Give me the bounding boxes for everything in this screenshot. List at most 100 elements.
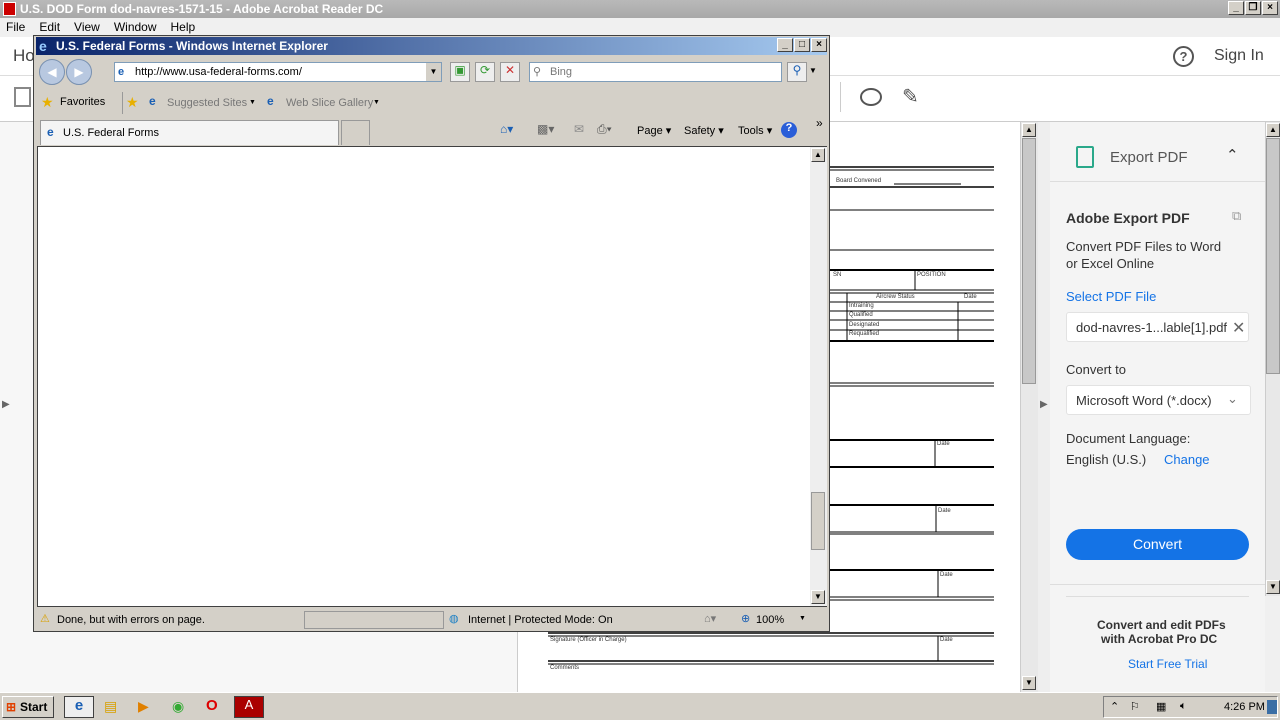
ie-content-area: ▲ ▼ (37, 146, 827, 607)
start-label: Start (20, 700, 48, 714)
search-button[interactable]: ⚲ (787, 62, 807, 82)
stop-icon[interactable]: ✕ (500, 62, 520, 82)
scroll-thumb[interactable] (1266, 138, 1280, 374)
search-input[interactable]: ⚲ Bing (529, 62, 782, 82)
scroll-thumb[interactable] (811, 492, 825, 550)
page-menu[interactable]: Page ▾ (637, 124, 671, 137)
restore-button[interactable]: ❐ (1245, 1, 1261, 15)
export-pdf-icon (1076, 146, 1094, 168)
sign-in-link[interactable]: Sign In (1214, 47, 1264, 65)
home-icon[interactable]: ⌂▾ (500, 122, 513, 136)
safety-menu-label: Safety (684, 125, 716, 137)
scroll-up-button[interactable]: ▲ (811, 148, 825, 162)
close-icon[interactable]: ✕ (1232, 318, 1245, 338)
clock[interactable]: 4:26 PM (1224, 701, 1265, 713)
more-commands-icon[interactable]: » (816, 116, 823, 130)
status-requalified: Requalified (849, 331, 880, 337)
scroll-up-button[interactable]: ▲ (1266, 123, 1280, 137)
refresh-icon[interactable]: ⟳ (475, 62, 495, 82)
date-label: Date (964, 294, 977, 300)
back-button[interactable]: ◀ (39, 59, 65, 85)
maximize-button[interactable]: □ (794, 38, 810, 52)
chevron-up-icon[interactable]: ⌃ (1226, 146, 1239, 164)
divider (1050, 181, 1265, 182)
read-mail-icon[interactable]: ✉ (574, 122, 584, 136)
collapse-right-pane-icon[interactable]: ▶ (1040, 399, 1048, 410)
status-panes (304, 611, 444, 629)
dropdown-icon[interactable]: ▼ (373, 99, 380, 106)
web-slice-gallery-link[interactable]: Web Slice Gallery (286, 97, 373, 109)
pen-icon[interactable]: ✎ (902, 84, 919, 109)
address-dropdown-button[interactable]: ▼ (426, 63, 441, 81)
signature-label: Signature (Officer in Charge) (550, 637, 627, 643)
close-button[interactable]: × (811, 38, 827, 52)
panel-scrollbar[interactable]: ▲ ▼ (1265, 122, 1280, 596)
menu-file[interactable]: File (6, 18, 25, 37)
zoom-dropdown[interactable]: ▼ (799, 615, 806, 622)
volume-icon[interactable]: 🔈︎ (1180, 700, 1187, 713)
scroll-thumb[interactable] (1022, 138, 1036, 384)
compatibility-view-icon[interactable]: ▣ (450, 62, 470, 82)
action-center-icon[interactable]: ⚐ (1130, 700, 1140, 713)
aircrew-status-label: Aircrew Status (876, 294, 915, 300)
taskbar-media-player-icon[interactable]: ▶ (138, 698, 149, 715)
address-value: http://www.usa-federal-forms.com/ (135, 66, 302, 78)
print-icon[interactable]: ⎙▾ (597, 122, 612, 137)
start-button[interactable]: ⊞ Start (2, 696, 54, 718)
document-scrollbar[interactable]: ▲ ▼ (1020, 122, 1038, 692)
expand-left-pane-icon[interactable]: ▶ (2, 399, 10, 410)
address-bar[interactable]: e http://www.usa-federal-forms.com/ ▼ (114, 62, 442, 82)
add-favorites-icon[interactable]: ★ (126, 94, 139, 111)
minimize-button[interactable]: _ (777, 38, 793, 52)
minimize-button[interactable]: _ (1228, 1, 1244, 15)
dropdown-icon[interactable]: ▼ (249, 99, 256, 106)
ie-window-title: U.S. Federal Forms - Windows Internet Ex… (56, 39, 328, 53)
ie-title-bar: e U.S. Federal Forms - Windows Internet … (36, 37, 827, 55)
taskbar-opera-icon[interactable]: O (206, 697, 218, 714)
ie-icon: e (47, 125, 54, 139)
file-name: dod-navres-1...lable[1].pdf (1076, 320, 1228, 335)
tab-us-federal-forms[interactable]: e U.S. Federal Forms (40, 120, 339, 145)
favorites-button[interactable]: Favorites (60, 96, 105, 108)
safety-menu[interactable]: Safety ▾ (684, 124, 724, 137)
search-icon: ⚲ (533, 66, 542, 78)
save-icon[interactable] (14, 87, 31, 107)
warning-icon[interactable]: ⚠ (40, 612, 50, 625)
close-button[interactable]: × (1262, 1, 1278, 15)
search-options-dropdown[interactable]: ▼ (809, 66, 817, 75)
taskbar-chrome-icon[interactable]: ◉ (172, 698, 184, 715)
scroll-down-button[interactable]: ▼ (1022, 676, 1036, 690)
show-desktop-button[interactable] (1267, 700, 1277, 714)
scroll-up-button[interactable]: ▲ (1022, 123, 1036, 137)
security-zone[interactable]: Internet | Protected Mode: On (468, 614, 613, 626)
acrobat-icon (3, 2, 16, 16)
zoom-level[interactable]: 100% (756, 614, 784, 626)
taskbar-acrobat[interactable]: A (234, 696, 264, 718)
change-language-link[interactable]: Change (1164, 452, 1210, 467)
start-free-trial-link[interactable]: Start Free Trial (1128, 657, 1207, 671)
suggested-sites-link[interactable]: Suggested Sites (167, 97, 247, 109)
show-hidden-icons[interactable]: ⌃ (1110, 700, 1119, 713)
feeds-icon[interactable]: ▩▾ (537, 122, 554, 136)
convert-button[interactable]: Convert (1066, 529, 1249, 560)
ie-scrollbar[interactable]: ▲ ▼ (810, 147, 827, 606)
select-pdf-file-link[interactable]: Select PDF File (1066, 289, 1156, 304)
taskbar-explorer-icon[interactable]: ▤ (104, 698, 117, 715)
divider (1066, 596, 1249, 597)
help-icon[interactable]: ? (1173, 46, 1194, 67)
help-icon[interactable]: ? (781, 122, 797, 138)
export-pdf-header[interactable]: Export PDF (1110, 149, 1188, 166)
tools-menu[interactable]: Tools ▾ (738, 124, 772, 137)
forward-button[interactable]: ▶ (66, 59, 92, 85)
scroll-down-button[interactable]: ▼ (1266, 580, 1280, 594)
selected-file-field[interactable]: dod-navres-1...lable[1].pdf ✕ (1066, 312, 1249, 342)
scroll-down-button[interactable]: ▼ (811, 590, 825, 604)
tab-home[interactable]: Ho (13, 46, 35, 66)
comment-icon[interactable] (860, 88, 882, 106)
network-icon[interactable]: ▦ (1156, 700, 1166, 713)
convert-to-select[interactable]: Microsoft Word (*.docx) ⌄ (1066, 385, 1251, 415)
new-tab-button[interactable] (341, 120, 370, 145)
taskbar-ie[interactable]: e (64, 696, 94, 718)
status-text: Done, but with errors on page. (57, 614, 205, 626)
protected-mode-icon[interactable]: ⌂▾ (704, 612, 716, 625)
